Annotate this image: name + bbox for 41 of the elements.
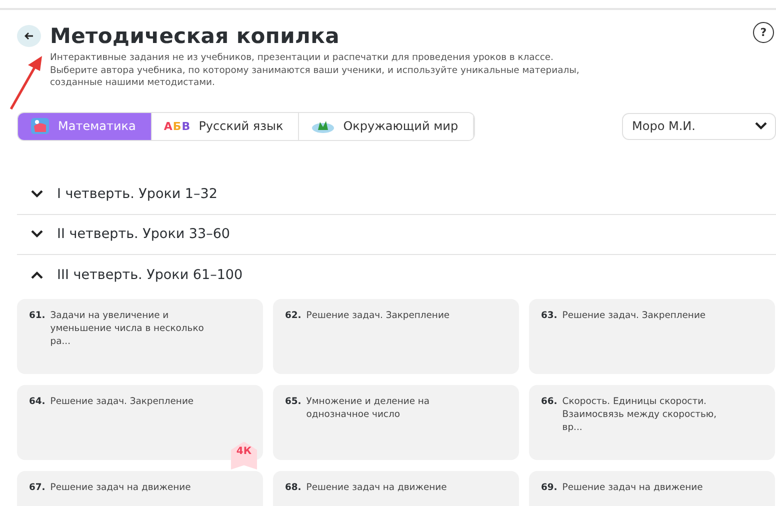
lesson-card[interactable]: 69. Решение задач на движение: [529, 470, 775, 506]
lesson-card[interactable]: 65. Умножение и деление на однозначное число: [273, 384, 519, 460]
lesson-card[interactable]: 67. Решение задач на движение: [17, 470, 263, 506]
description-text: Выберите автора учебника, по которому занимаются ваши ученики, и используйте уникальные материалы,: [50, 64, 580, 77]
lesson-number: 65.: [285, 394, 302, 408]
lesson-number: 69.: [541, 480, 558, 494]
lesson-number: 64.: [29, 394, 46, 408]
plant-icon: [311, 119, 336, 133]
chevron-down-icon: [755, 122, 767, 130]
page-title: Методическая копилка: [50, 24, 340, 48]
chevron-down-icon: [31, 230, 43, 238]
lesson-title: Решение задач. Закрепление: [306, 308, 451, 322]
annotation-arrow: [9, 55, 45, 111]
lesson-number: 66.: [541, 394, 558, 408]
lesson-number: 63.: [541, 308, 558, 322]
letters-icon: АБВ: [164, 120, 191, 132]
lesson-number: 62.: [285, 308, 302, 322]
lesson-title: Скорость. Единицы скорости. Взаимосвязь между скоростью, вр...: [562, 394, 718, 434]
lesson-number: 68.: [285, 480, 302, 494]
chevron-down-icon: [31, 190, 43, 198]
lesson-title: Решение задач на движение: [562, 480, 704, 494]
description-text: Интерактивные задания не из учебников, презентации и распечатки для проведения уроков в классе.: [50, 52, 554, 64]
author-select[interactable]: Моро М.И.: [622, 112, 776, 140]
lesson-title: Решение задач. Закрепление: [562, 308, 707, 322]
lesson-number: 67.: [29, 480, 46, 494]
lesson-title: Решение задач. Закрепление: [50, 394, 195, 408]
chevron-up-icon: [31, 270, 43, 278]
lesson-title: Решение задач на движение: [50, 480, 192, 494]
lesson-title: Умножение и деление на однозначное число: [306, 394, 431, 422]
back-arrow-icon: [24, 32, 34, 40]
lesson-card[interactable]: 66. Скорость. Единицы скорости. Взаимосвязь между скоростью, вр...: [529, 384, 775, 460]
lesson-card[interactable]: 63. Решение задач. Закрепление: [529, 298, 775, 374]
help-button[interactable]: ?: [753, 22, 774, 42]
lesson-card[interactable]: 68. Решение задач на движение: [273, 470, 519, 506]
lesson-title: Решение задач на движение: [306, 480, 448, 494]
lesson-title: Задачи на увеличение и уменьшение числа в несколько ра...: [50, 308, 205, 348]
back-button[interactable]: [17, 25, 41, 47]
lesson-number: 61.: [29, 308, 46, 322]
lesson-card[interactable]: 62. Решение задач. Закрепление: [273, 298, 519, 374]
description-text: созданные нашими методистами.: [50, 77, 216, 90]
lesson-card[interactable]: 61. Задачи на увеличение и уменьшение числа в несколько ра...: [17, 298, 263, 374]
